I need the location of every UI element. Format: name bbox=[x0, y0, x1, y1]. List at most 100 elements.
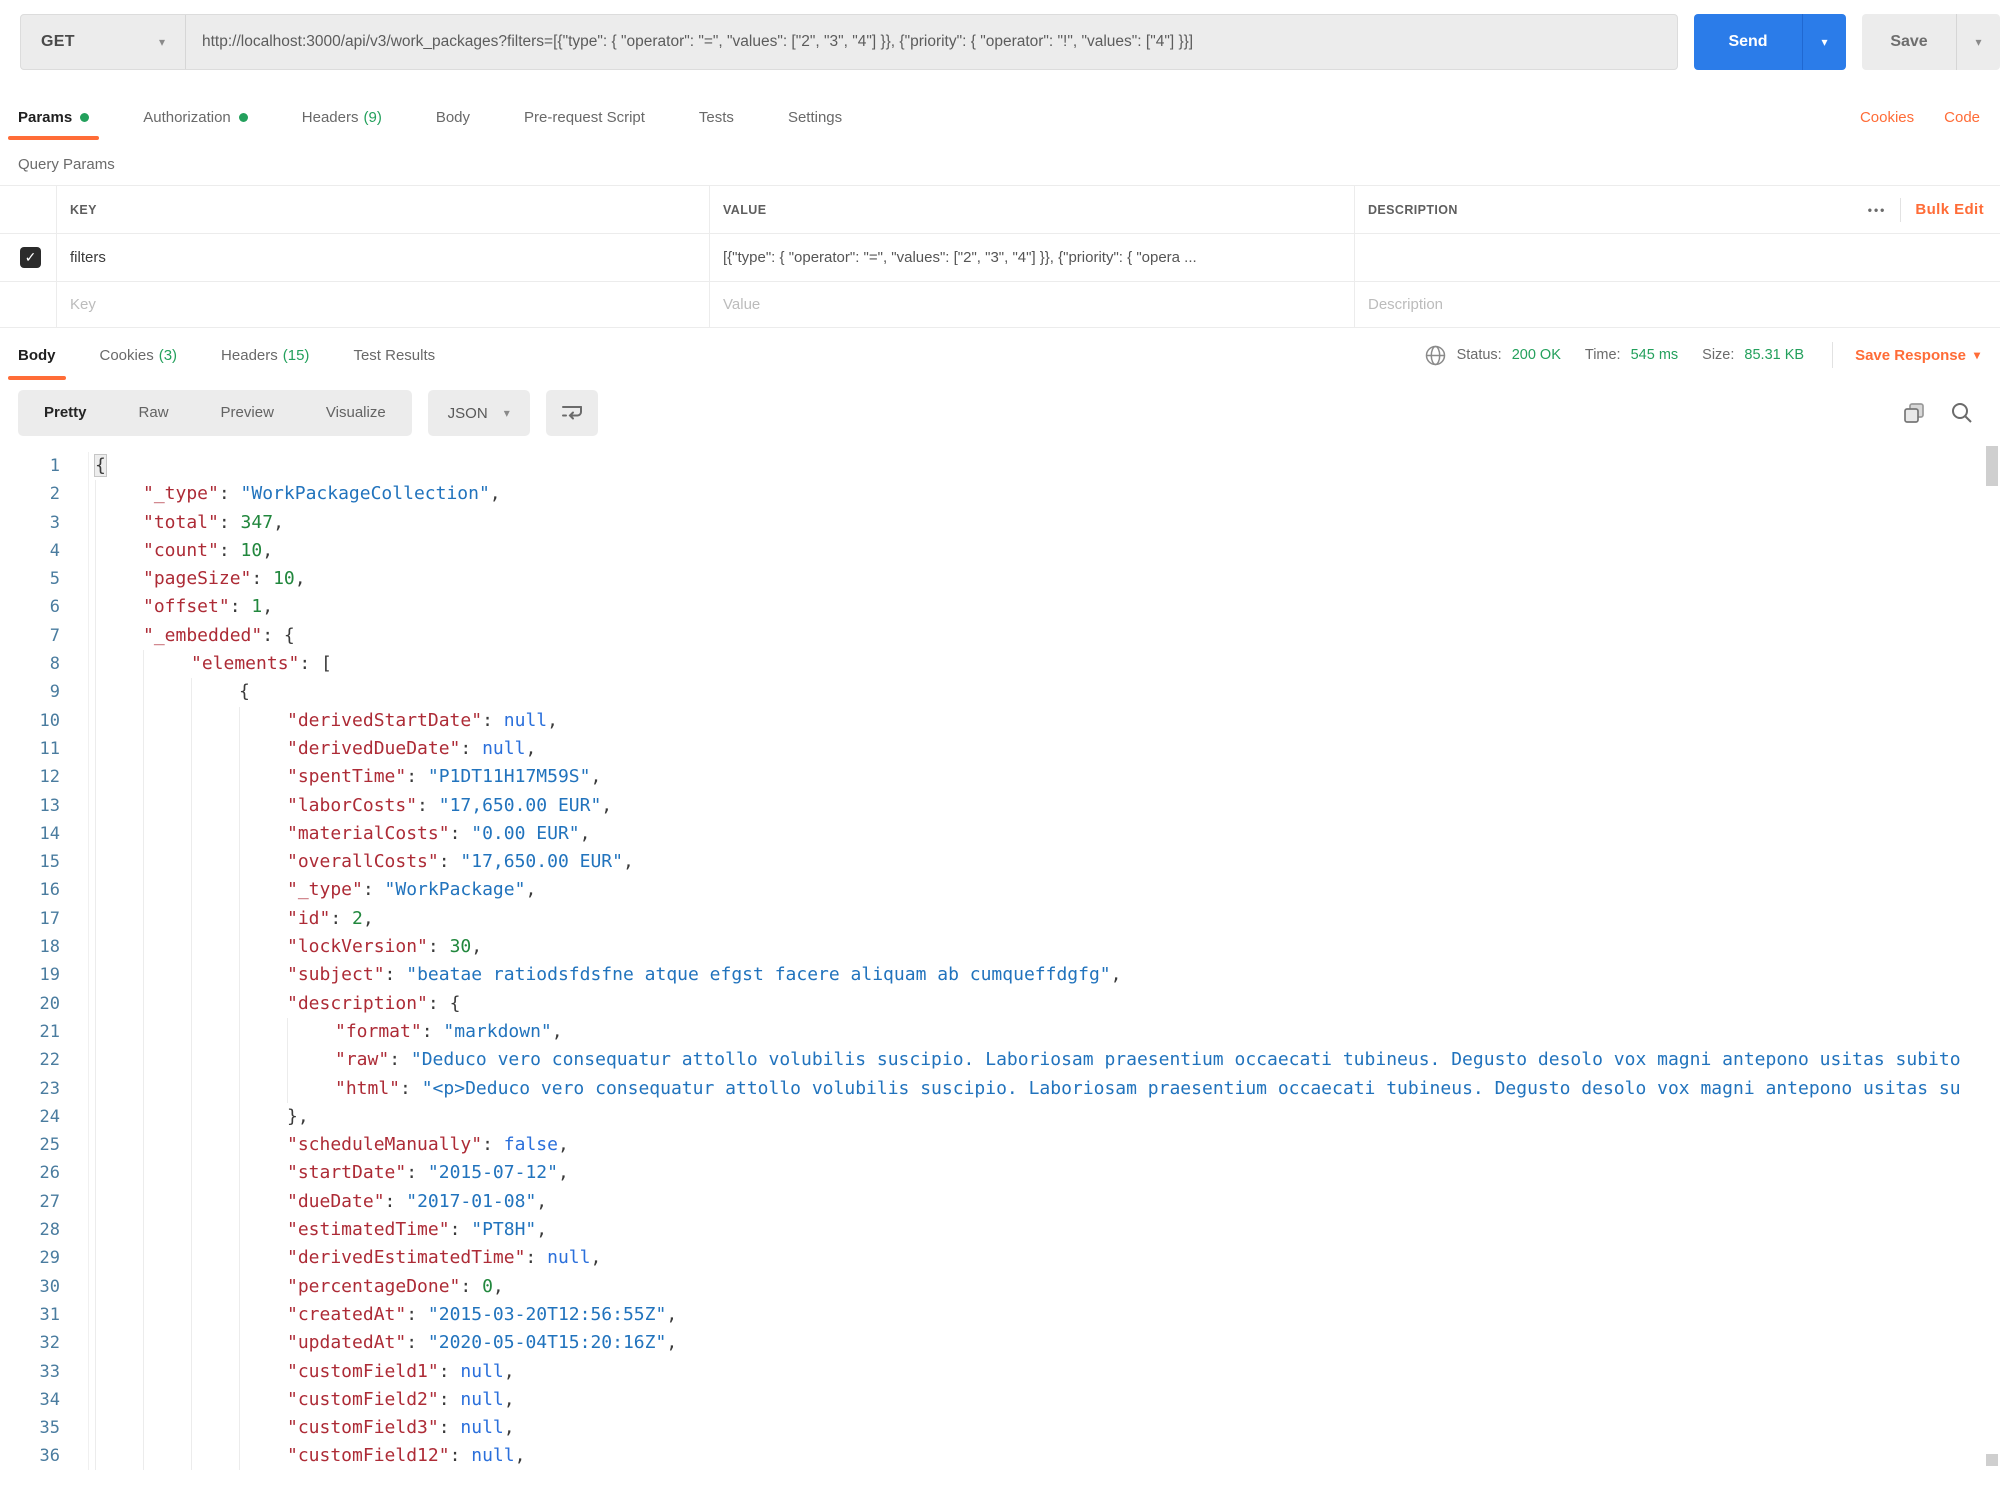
tab-authorization[interactable]: Authorization bbox=[143, 94, 248, 140]
code-line: 7"_embedded": { bbox=[0, 622, 2000, 650]
code-line: 1{ bbox=[0, 452, 2000, 480]
code-line: 6"offset": 1, bbox=[0, 593, 2000, 621]
chevron-down-icon: ▾ bbox=[159, 36, 165, 48]
code-link[interactable]: Code bbox=[1944, 109, 1980, 126]
line-number: 17 bbox=[0, 905, 60, 933]
save-options-button[interactable]: ▾ bbox=[1956, 14, 2000, 70]
code-line: 36"customField12": null, bbox=[0, 1442, 2000, 1470]
tab-label: Cookies bbox=[100, 347, 154, 364]
line-number: 2 bbox=[0, 480, 60, 508]
line-number: 23 bbox=[0, 1075, 60, 1103]
line-number: 8 bbox=[0, 650, 60, 678]
param-key-cell[interactable]: filters bbox=[57, 234, 710, 281]
new-param-key-input[interactable]: Key bbox=[57, 282, 710, 327]
response-body-actions bbox=[1902, 401, 1974, 425]
vertical-scrollbar[interactable] bbox=[1986, 446, 1998, 486]
line-number: 24 bbox=[0, 1103, 60, 1131]
code-line: 20"description": { bbox=[0, 990, 2000, 1018]
column-header-description: DESCRIPTION ••• Bulk Edit bbox=[1355, 186, 2000, 233]
code-line: 30"percentageDone": 0, bbox=[0, 1273, 2000, 1301]
code-line: 34"customField2": null, bbox=[0, 1386, 2000, 1414]
line-number: 34 bbox=[0, 1386, 60, 1414]
format-select[interactable]: JSON ▾ bbox=[428, 390, 530, 436]
code-line: 11"derivedDueDate": null, bbox=[0, 735, 2000, 763]
response-headers-count: (15) bbox=[283, 347, 310, 364]
tab-label: Headers bbox=[221, 347, 278, 364]
line-number: 19 bbox=[0, 961, 60, 989]
time-value: 545 ms bbox=[1631, 347, 1679, 363]
line-number: 10 bbox=[0, 707, 60, 735]
line-number: 15 bbox=[0, 848, 60, 876]
code-line: 29"derivedEstimatedTime": null, bbox=[0, 1244, 2000, 1272]
param-checkbox-cell: ✓ bbox=[0, 234, 57, 281]
line-number: 5 bbox=[0, 565, 60, 593]
method-label: GET bbox=[41, 33, 75, 51]
line-number: 16 bbox=[0, 876, 60, 904]
search-icon[interactable] bbox=[1950, 401, 1974, 425]
code-line: 17"id": 2, bbox=[0, 905, 2000, 933]
save-response-button[interactable]: Save Response ▾ bbox=[1855, 347, 1980, 364]
send-options-button[interactable]: ▾ bbox=[1802, 14, 1846, 70]
line-number: 27 bbox=[0, 1188, 60, 1216]
globe-icon bbox=[1424, 344, 1447, 367]
status-value: 200 OK bbox=[1512, 347, 1561, 363]
bulk-edit-button[interactable]: Bulk Edit bbox=[1915, 201, 1984, 218]
wrap-text-button[interactable] bbox=[546, 390, 598, 436]
param-value-cell[interactable]: [{"type": { "operator": "=", "values": [… bbox=[710, 234, 1355, 281]
view-tab-raw[interactable]: Raw bbox=[113, 390, 195, 436]
tab-body[interactable]: Body bbox=[436, 94, 470, 140]
code-line: 35"customField3": null, bbox=[0, 1414, 2000, 1442]
params-active-dot bbox=[80, 113, 89, 122]
new-param-description-input[interactable]: Description bbox=[1355, 282, 2000, 327]
method-select[interactable]: GET ▾ bbox=[21, 15, 186, 69]
line-number: 28 bbox=[0, 1216, 60, 1244]
more-actions-icon[interactable]: ••• bbox=[1868, 203, 1887, 217]
request-bar: GET ▾ http://localhost:3000/api/v3/work_… bbox=[0, 0, 2000, 70]
query-params-table: KEY VALUE DESCRIPTION ••• Bulk Edit ✓ fi… bbox=[0, 185, 2000, 328]
line-number: 4 bbox=[0, 537, 60, 565]
line-number: 35 bbox=[0, 1414, 60, 1442]
save-button-label: Save bbox=[1862, 14, 1956, 70]
line-number: 31 bbox=[0, 1301, 60, 1329]
response-tab-test-results[interactable]: Test Results bbox=[347, 328, 441, 382]
code-line: 19"subject": "beatae ratiodsfdsfne atque… bbox=[0, 961, 2000, 989]
param-description-cell[interactable] bbox=[1355, 234, 2000, 281]
chevron-down-icon: ▾ bbox=[504, 407, 510, 419]
url-input[interactable]: http://localhost:3000/api/v3/work_packag… bbox=[186, 15, 1677, 69]
response-tab-cookies[interactable]: Cookies (3) bbox=[94, 328, 184, 382]
code-line: 22"raw": "Deduco vero consequatur attoll… bbox=[0, 1046, 2000, 1074]
tab-params[interactable]: Params bbox=[18, 94, 89, 140]
tab-tests[interactable]: Tests bbox=[699, 94, 734, 140]
code-line: 25"scheduleManually": false, bbox=[0, 1131, 2000, 1159]
copy-response-icon[interactable] bbox=[1902, 401, 1926, 425]
tab-label: Headers bbox=[302, 109, 359, 126]
response-body-editor[interactable]: 1{2"_type": "WorkPackageCollection",3"to… bbox=[0, 446, 2000, 1470]
url-group: GET ▾ http://localhost:3000/api/v3/work_… bbox=[20, 14, 1678, 70]
tab-headers[interactable]: Headers (9) bbox=[302, 94, 382, 140]
code-line: 18"lockVersion": 30, bbox=[0, 933, 2000, 961]
tab-pre-request-script[interactable]: Pre-request Script bbox=[524, 94, 645, 140]
tab-settings[interactable]: Settings bbox=[788, 94, 842, 140]
params-header-row: KEY VALUE DESCRIPTION ••• Bulk Edit bbox=[0, 186, 2000, 234]
line-number: 25 bbox=[0, 1131, 60, 1159]
code-line: 4"count": 10, bbox=[0, 537, 2000, 565]
response-tab-headers[interactable]: Headers (15) bbox=[215, 328, 315, 382]
wrap-text-icon bbox=[560, 403, 584, 423]
send-button[interactable]: Send ▾ bbox=[1694, 14, 1846, 70]
time-label: Time: bbox=[1585, 347, 1621, 363]
authorization-active-dot bbox=[239, 113, 248, 122]
code-line: 23"html": "<p>Deduco vero consequatur at… bbox=[0, 1075, 2000, 1103]
headers-count: (9) bbox=[363, 109, 381, 126]
tab-label: Test Results bbox=[353, 347, 435, 364]
view-tab-visualize[interactable]: Visualize bbox=[300, 390, 412, 436]
cookies-link[interactable]: Cookies bbox=[1860, 109, 1914, 126]
code-line: 24}, bbox=[0, 1103, 2000, 1131]
view-tab-pretty[interactable]: Pretty bbox=[18, 390, 113, 436]
size-value: 85.31 KB bbox=[1744, 347, 1804, 363]
new-param-value-input[interactable]: Value bbox=[710, 282, 1355, 327]
send-button-label: Send bbox=[1694, 14, 1802, 70]
param-enabled-checkbox[interactable]: ✓ bbox=[20, 247, 41, 268]
save-button[interactable]: Save ▾ bbox=[1862, 14, 2000, 70]
view-tab-preview[interactable]: Preview bbox=[195, 390, 300, 436]
response-tab-body[interactable]: Body bbox=[12, 328, 62, 382]
